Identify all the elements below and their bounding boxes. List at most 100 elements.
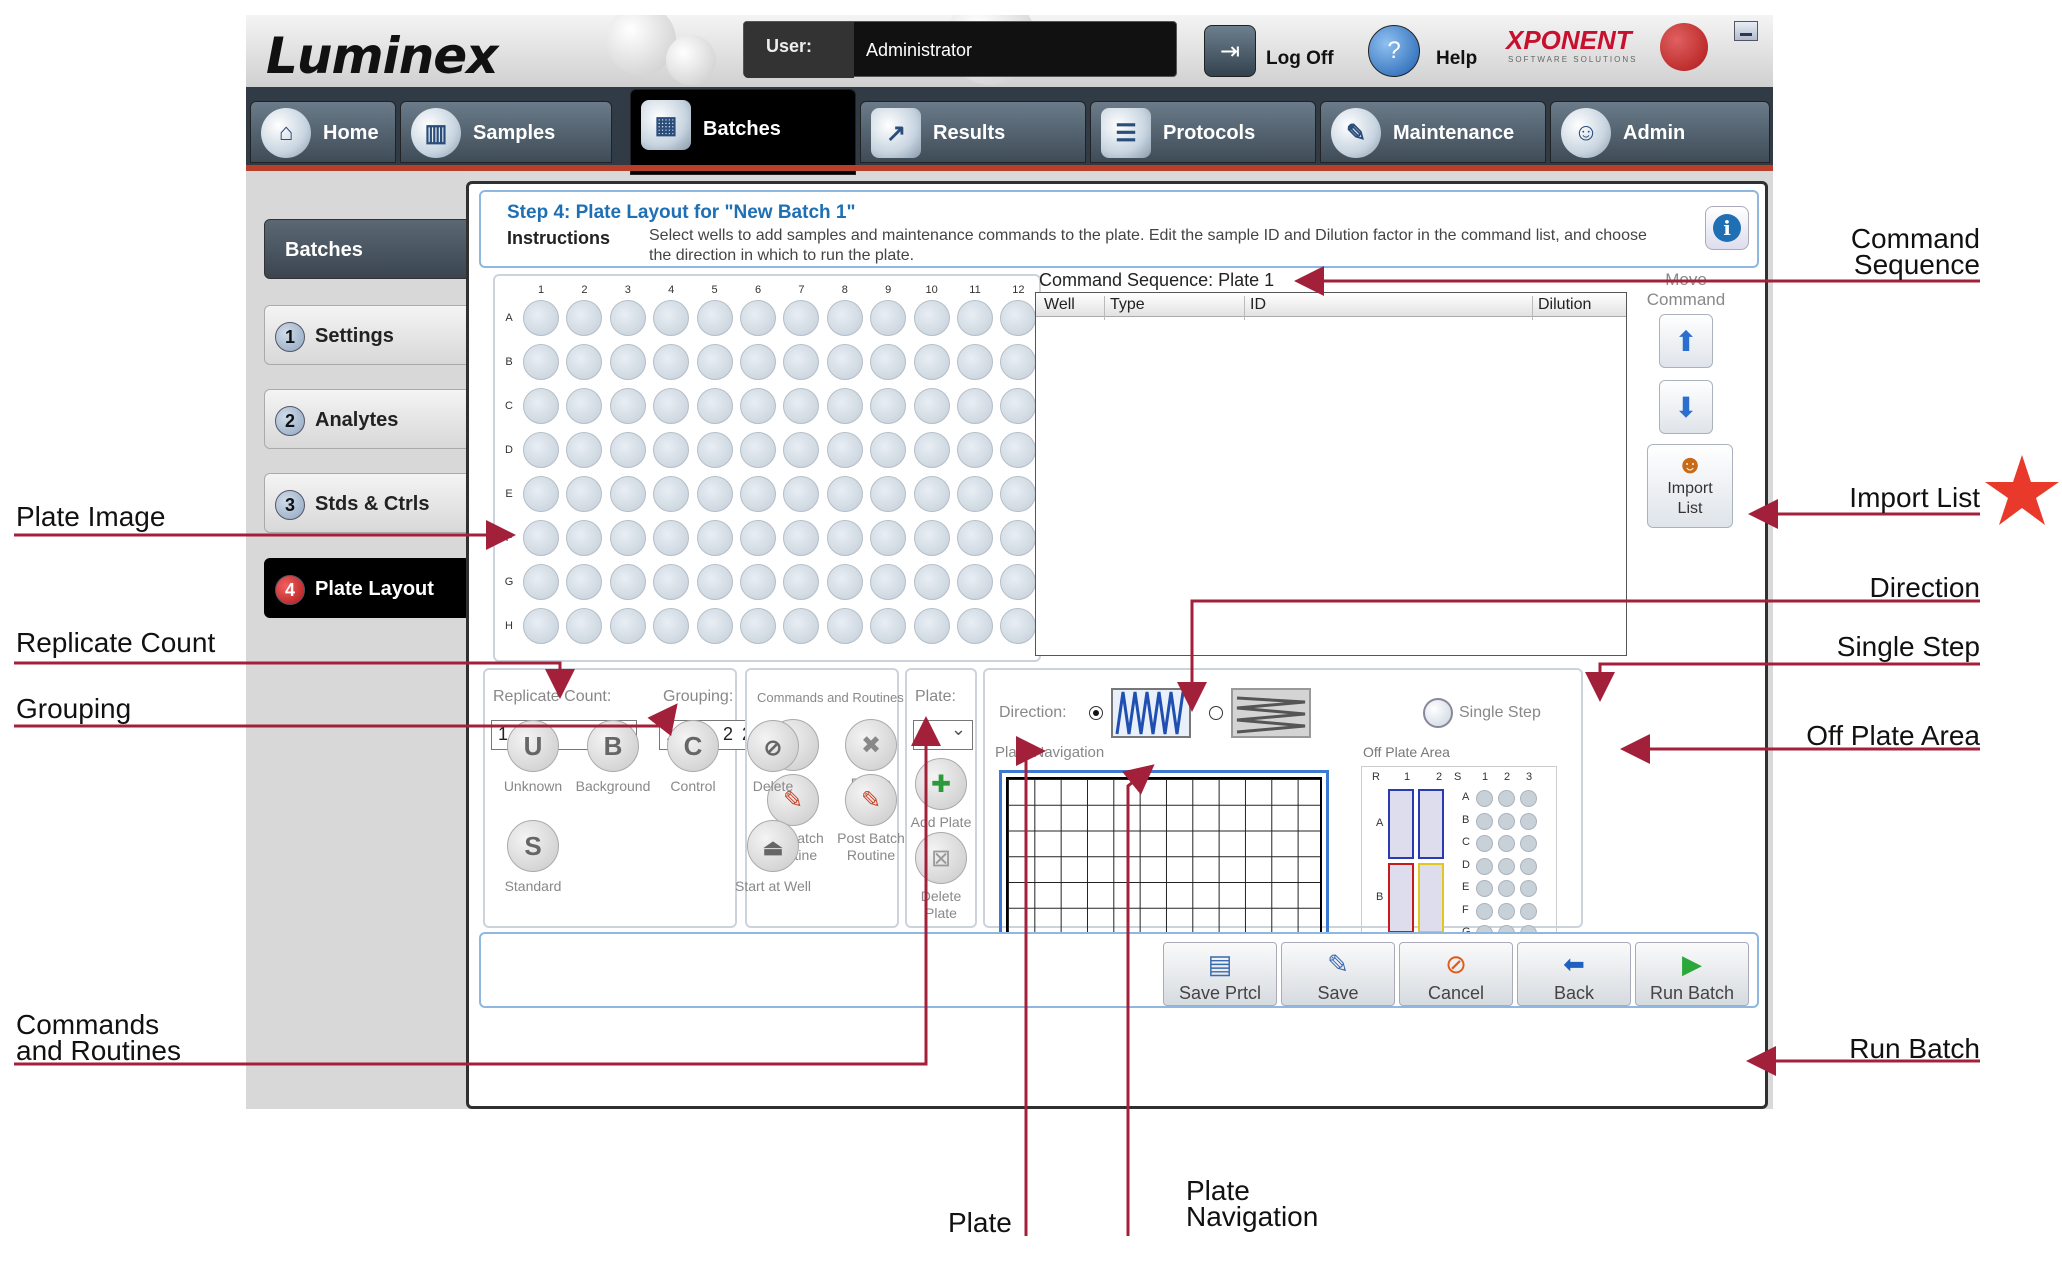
plate-well[interactable] — [523, 608, 559, 644]
plate-well[interactable] — [696, 432, 733, 468]
post-batch-routine-button[interactable]: ✎ — [845, 774, 897, 826]
single-step-button[interactable] — [1423, 698, 1453, 728]
plate-well[interactable] — [783, 432, 820, 468]
plate-well[interactable] — [826, 564, 863, 600]
off-plate-well[interactable] — [1498, 790, 1515, 807]
delete-button[interactable]: ⊘ — [747, 720, 799, 772]
col-id[interactable]: ID — [1250, 296, 1266, 314]
plate-well[interactable] — [783, 564, 820, 600]
plate-well[interactable] — [870, 344, 907, 380]
plate-well[interactable] — [523, 564, 559, 600]
tab-samples[interactable]: ▥ Samples — [400, 101, 612, 163]
plate-row-label[interactable]: D — [499, 444, 519, 456]
plate-well[interactable] — [523, 388, 559, 424]
plate-well[interactable] — [653, 432, 690, 468]
off-plate-well[interactable] — [1520, 835, 1537, 852]
off-plate-well[interactable] — [1476, 857, 1493, 875]
plate-well[interactable] — [740, 564, 776, 600]
plate-well[interactable] — [957, 388, 993, 424]
plate-well[interactable] — [1000, 476, 1037, 512]
plate-well[interactable] — [696, 476, 733, 512]
plate-well[interactable] — [566, 432, 603, 468]
plate-well[interactable] — [653, 388, 690, 424]
plate-column-label[interactable]: 8 — [835, 284, 855, 296]
plate-well[interactable] — [826, 520, 863, 556]
plate-well[interactable] — [566, 564, 603, 600]
off-plate-well[interactable] — [1498, 857, 1515, 875]
logoff-button[interactable]: ⇥ — [1204, 25, 1256, 77]
plate-well[interactable] — [870, 300, 907, 336]
plate-well[interactable] — [523, 432, 559, 468]
plate-well[interactable] — [957, 300, 993, 336]
cancel-button[interactable]: ⊘ Cancel — [1399, 942, 1513, 1006]
plate-well[interactable] — [957, 432, 993, 468]
plate-well[interactable] — [913, 300, 950, 336]
plate-well[interactable] — [740, 344, 776, 380]
plate-well[interactable] — [523, 300, 559, 336]
tab-protocols[interactable]: ☰ Protocols — [1090, 101, 1316, 163]
plate-well[interactable] — [566, 476, 603, 512]
plate-well[interactable] — [523, 344, 559, 380]
plate-well[interactable] — [957, 608, 993, 644]
plate-well[interactable] — [783, 300, 820, 336]
plate-column-label[interactable]: 3 — [618, 284, 638, 296]
plate-well[interactable] — [783, 608, 820, 644]
plate-well[interactable] — [740, 388, 776, 424]
plate-well[interactable] — [783, 520, 820, 556]
plate-well[interactable] — [870, 520, 907, 556]
plate-column-label[interactable]: 11 — [965, 284, 985, 296]
off-plate-well[interactable] — [1476, 880, 1493, 897]
sidebar-item-analytes[interactable]: 2 Analytes — [264, 389, 474, 449]
plate-well[interactable] — [826, 344, 863, 380]
plate-well[interactable] — [609, 388, 646, 424]
plate-well[interactable] — [870, 564, 907, 600]
plate-select[interactable]: 1 — [913, 719, 973, 750]
off-plate-well[interactable] — [1520, 857, 1537, 875]
plate-well[interactable] — [957, 564, 993, 600]
save-protocol-button[interactable]: ▤ Save Prtcl — [1163, 942, 1277, 1006]
plate-well[interactable] — [826, 300, 863, 336]
off-plate-well[interactable] — [1476, 790, 1493, 807]
info-button[interactable]: i — [1705, 206, 1749, 250]
off-plate-well[interactable] — [1498, 812, 1515, 830]
direction-radio-vertical[interactable] — [1089, 706, 1103, 720]
plate-well[interactable] — [913, 388, 950, 424]
col-well[interactable]: Well — [1044, 296, 1075, 314]
plate-well[interactable] — [653, 564, 690, 600]
plate-well[interactable] — [653, 520, 690, 556]
col-dilution[interactable]: Dilution — [1538, 296, 1591, 314]
plate-well[interactable] — [653, 476, 690, 512]
off-plate-well[interactable] — [1498, 880, 1515, 897]
standard-button[interactable]: S — [507, 820, 559, 872]
plate-well[interactable] — [609, 476, 646, 512]
plate-row-label[interactable]: H — [499, 620, 519, 632]
tab-admin[interactable]: ☺ Admin — [1550, 101, 1770, 163]
plate-well[interactable] — [783, 388, 820, 424]
plate-well[interactable] — [783, 476, 820, 512]
sidebar-item-settings[interactable]: 1 Settings — [264, 305, 474, 365]
plate-column-label[interactable]: 7 — [791, 284, 811, 296]
command-sequence-table[interactable]: Well Type ID Dilution — [1035, 292, 1627, 656]
unknown-button[interactable]: U — [507, 720, 559, 772]
plate-row-label[interactable]: B — [499, 356, 519, 368]
tab-results[interactable]: ↗ Results — [860, 101, 1086, 163]
plate-well[interactable] — [957, 476, 993, 512]
off-plate-well[interactable] — [1476, 902, 1493, 920]
off-plate-well[interactable] — [1498, 902, 1515, 920]
plate-well[interactable] — [696, 300, 733, 336]
reservoir[interactable] — [1418, 863, 1444, 933]
reservoir[interactable] — [1418, 789, 1444, 859]
tab-batches[interactable]: ▦ Batches — [630, 89, 856, 175]
plate-well[interactable] — [1000, 300, 1037, 336]
plate-column-label[interactable]: 5 — [705, 284, 725, 296]
delete-command-button[interactable]: ✖ — [845, 719, 897, 771]
plate-well[interactable] — [957, 344, 993, 380]
direction-radio-horizontal[interactable] — [1209, 706, 1223, 720]
plate-well[interactable] — [653, 300, 690, 336]
plate-column-label[interactable]: 6 — [748, 284, 768, 296]
plate-well[interactable] — [826, 388, 863, 424]
plate-row-label[interactable]: F — [499, 532, 519, 544]
plate-well[interactable] — [913, 344, 950, 380]
help-button[interactable]: ? — [1368, 25, 1420, 77]
plate-well[interactable] — [696, 520, 733, 556]
